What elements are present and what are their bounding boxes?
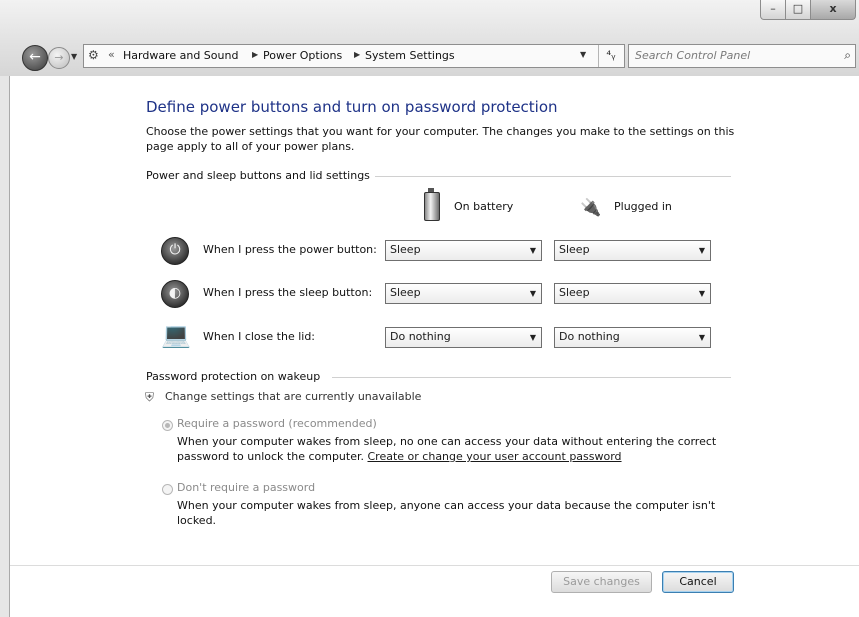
footer-divider	[10, 565, 859, 566]
section-header-password: Password protection on wakeup	[146, 370, 321, 383]
forward-button[interactable]: →	[48, 47, 70, 69]
power-button-icon: ⏻	[161, 237, 189, 265]
chevron-down-icon: ▼	[71, 52, 78, 61]
search-placeholder: Search Control Panel	[635, 49, 751, 62]
minimize-button[interactable]: –	[760, 0, 786, 20]
require-password-radio[interactable]	[162, 420, 173, 431]
maximize-button[interactable]: □	[785, 0, 811, 20]
battery-icon	[424, 188, 440, 221]
power-button-plugged-in-select[interactable]: Sleep ▼	[554, 240, 711, 261]
column-header-plugged-in: Plugged in	[614, 200, 672, 213]
address-bar[interactable]: ⚙ « Hardware and Sound ▶ Power Options ▶…	[83, 44, 625, 68]
cancel-button[interactable]: Cancel	[662, 571, 734, 593]
address-overflow-chevron[interactable]: «	[108, 48, 115, 61]
sleep-button-on-battery-select[interactable]: Sleep ▼	[385, 283, 542, 304]
laptop-lid-icon: 💻	[161, 321, 191, 349]
power-button-label: When I press the power button:	[203, 243, 377, 256]
selected-value: Sleep	[559, 243, 590, 256]
change-unavailable-settings-link[interactable]: Change settings that are currently unava…	[165, 390, 421, 403]
chevron-down-icon: ▼	[698, 289, 705, 298]
chevron-down-icon: ▼	[529, 289, 536, 298]
sleep-button-plugged-in-select[interactable]: Sleep ▼	[554, 283, 711, 304]
window-chrome: – □ x ← → ▼ ⚙ « Hardware and Sound ▶ Pow…	[0, 0, 859, 76]
chevron-down-icon: ▼	[529, 333, 536, 342]
control-panel-window: – □ x ← → ▼ ⚙ « Hardware and Sound ▶ Pow…	[0, 0, 859, 617]
back-arrow-icon: ←	[29, 49, 41, 65]
control-panel-icon: ⚙	[88, 48, 99, 62]
require-password-label: Require a password (recommended)	[177, 417, 377, 430]
save-changes-button[interactable]: Save changes	[551, 571, 652, 593]
search-input[interactable]: Search Control Panel ⌕	[628, 44, 856, 68]
close-lid-label: When I close the lid:	[203, 330, 316, 343]
selected-value: Do nothing	[390, 330, 451, 343]
chevron-down-icon: ▼	[698, 333, 705, 342]
sleep-button-icon: ◐	[161, 280, 189, 308]
no-password-label: Don't require a password	[177, 481, 316, 494]
refresh-button[interactable]: ⁴ᵧ	[598, 45, 623, 67]
sleep-button-label: When I press the sleep button:	[203, 286, 373, 299]
search-icon[interactable]: ⌕	[844, 48, 851, 63]
no-password-description: When your computer wakes from sleep, any…	[177, 499, 716, 527]
forward-arrow-icon: →	[54, 51, 64, 64]
recent-pages-dropdown[interactable]: ▼	[71, 52, 77, 61]
no-password-radio[interactable]	[162, 484, 173, 495]
power-plug-icon: 🔌	[580, 198, 602, 218]
section-header-buttons: Power and sleep buttons and lid settings	[146, 169, 370, 182]
close-lid-on-battery-select[interactable]: Do nothing ▼	[385, 327, 542, 348]
uac-shield-icon: ⛨	[145, 390, 155, 404]
selected-value: Sleep	[390, 286, 421, 299]
page-title: Define power buttons and turn on passwor…	[146, 98, 558, 116]
section-divider	[375, 176, 731, 177]
breadcrumb-separator-icon[interactable]: ▶	[354, 50, 360, 59]
require-password-description: When your computer wakes from sleep, no …	[177, 434, 737, 464]
content-pane: Define power buttons and turn on passwor…	[9, 76, 859, 617]
breadcrumb-power-options[interactable]: Power Options	[263, 49, 342, 62]
selected-value: Sleep	[390, 243, 421, 256]
power-button-on-battery-select[interactable]: Sleep ▼	[385, 240, 542, 261]
chevron-down-icon: ▼	[698, 246, 705, 255]
create-password-link[interactable]: Create or change your user account passw…	[368, 450, 622, 463]
breadcrumb-system-settings[interactable]: System Settings	[365, 49, 455, 62]
breadcrumb-separator-icon[interactable]: ▶	[252, 50, 258, 59]
address-dropdown-icon[interactable]: ▼	[580, 50, 586, 59]
selected-value: Sleep	[559, 286, 590, 299]
close-button[interactable]: x	[810, 0, 856, 20]
chevron-down-icon: ▼	[529, 246, 536, 255]
column-header-on-battery: On battery	[454, 200, 514, 213]
close-lid-plugged-in-select[interactable]: Do nothing ▼	[554, 327, 711, 348]
back-button[interactable]: ←	[22, 45, 48, 71]
section-divider	[332, 377, 731, 378]
breadcrumb-hardware-and-sound[interactable]: Hardware and Sound	[123, 49, 238, 62]
page-description: Choose the power settings that you want …	[146, 125, 735, 153]
selected-value: Do nothing	[559, 330, 620, 343]
